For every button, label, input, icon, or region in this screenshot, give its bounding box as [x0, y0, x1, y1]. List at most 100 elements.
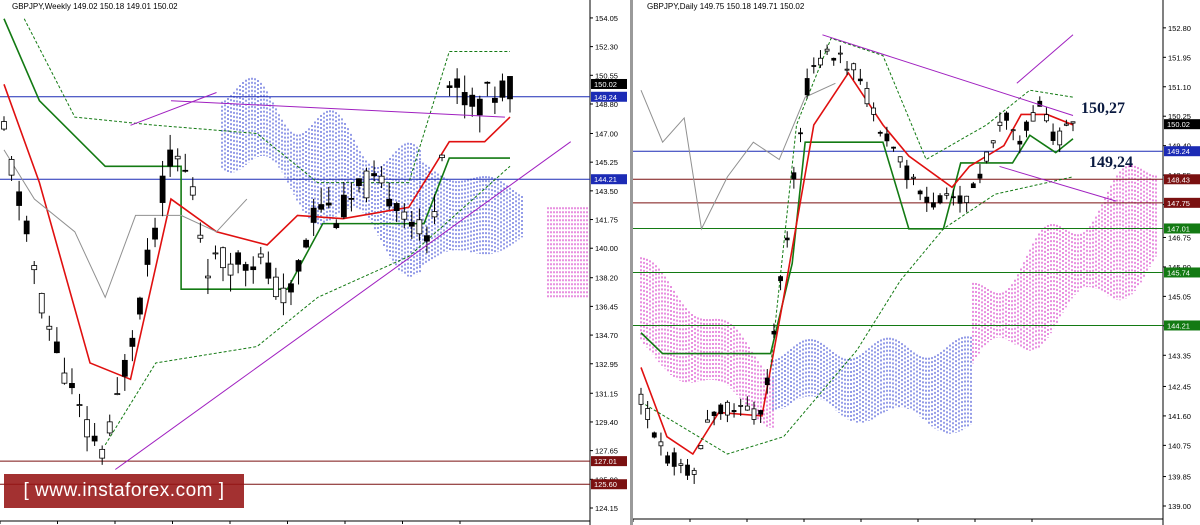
price-tick-label: 145.25 [595, 158, 618, 167]
price-tag-label: 127.01 [594, 457, 617, 466]
candle-body [964, 195, 970, 203]
candle-body [288, 283, 294, 293]
candle-body [235, 252, 242, 265]
candle-body [408, 221, 415, 227]
candle-body [454, 78, 461, 88]
candle-body [446, 85, 453, 88]
candle-body [280, 287, 287, 304]
candle-body [731, 410, 737, 413]
chikou-line [640, 82, 836, 231]
candle-body [23, 220, 30, 235]
candle-body [738, 404, 744, 407]
chart-title: GBPJPY,Weekly 149.02 150.18 149.01 150.0… [12, 2, 178, 11]
candle-body [393, 203, 400, 212]
candle-body [950, 196, 956, 199]
trend-line [999, 165, 1117, 202]
tenkan-line [3, 84, 511, 381]
chart-title: GBPJPY,Daily 149.75 150.18 149.71 150.02 [647, 2, 805, 11]
candle-body [265, 262, 272, 279]
price-tick-label: 141.60 [1168, 412, 1191, 421]
candle-body [837, 52, 843, 55]
candle-body [137, 297, 143, 315]
candle-body [818, 57, 823, 66]
candle-body [484, 81, 491, 84]
daily-chart[interactable]: GBPJPY,Daily 149.75 150.18 149.71 150.02… [633, 0, 1200, 525]
candle-body [831, 57, 837, 61]
candle-body [378, 175, 385, 184]
price-tick-label: 136.45 [595, 302, 618, 311]
candle-body [645, 408, 651, 420]
price-tick-label: 152.80 [1168, 24, 1191, 33]
candle-body [864, 88, 870, 105]
candle-body [671, 452, 677, 467]
ichimoku-cloud [547, 207, 588, 298]
candle-body [997, 121, 1003, 126]
candle-body [499, 80, 506, 98]
price-tick-label: 127.65 [595, 447, 618, 456]
candle-body [310, 207, 317, 223]
ichimoku-cloud [972, 165, 1157, 364]
candle-body [937, 195, 943, 204]
candle-body [416, 219, 423, 235]
candle-body [977, 173, 983, 179]
candle-body [159, 175, 166, 203]
candle-body [931, 202, 936, 208]
candle-body [1024, 121, 1029, 131]
chikou-line [3, 149, 248, 299]
trend-line [130, 92, 217, 126]
candle-body [924, 196, 930, 203]
price-tag-label: 149.24 [594, 93, 617, 102]
candle-body [851, 63, 857, 71]
price-tag-label: 147.75 [1167, 199, 1190, 208]
candle-body [220, 247, 226, 269]
candle-body [758, 410, 764, 415]
price-tick-label: 138.20 [595, 274, 618, 283]
candle-body [1063, 123, 1069, 126]
candle-body [957, 195, 963, 204]
candle-body [144, 249, 151, 265]
candle-body [182, 169, 189, 172]
price-tick-label: 140.75 [1168, 441, 1191, 450]
trend-line [170, 100, 505, 118]
candle-body [469, 94, 476, 107]
candle-body [658, 441, 664, 447]
candle-body [725, 401, 730, 416]
price-tick-label: 139.85 [1168, 473, 1191, 482]
candle-body [431, 211, 438, 218]
candle-body [877, 131, 883, 134]
candle-body [891, 146, 896, 149]
candle-body [424, 235, 430, 242]
candle-body [272, 276, 279, 298]
price-tick-label: 154.05 [595, 14, 618, 23]
candle-body [114, 393, 121, 395]
candle-body [348, 197, 355, 200]
candle-body [38, 292, 45, 314]
price-tag-label: 125.60 [594, 480, 617, 489]
candle-body [152, 227, 158, 240]
candle-body [1, 121, 7, 130]
weekly-chart[interactable]: GBPJPY,Weekly 149.02 150.18 149.01 150.0… [0, 0, 630, 525]
candle-body [303, 239, 309, 248]
candle-body [718, 404, 724, 415]
price-tick-label: 150.55 [595, 71, 618, 80]
candle-body [1004, 112, 1009, 121]
price-tag-label: 150.02 [1167, 120, 1190, 129]
candle-body [1010, 129, 1016, 132]
candle-body [318, 204, 325, 210]
candle-body [295, 260, 302, 272]
kijun-line [640, 134, 1074, 355]
price-tag-label: 144.21 [1167, 321, 1190, 330]
weekly-chart-panel[interactable]: GBPJPY,Weekly 149.02 150.18 149.01 150.0… [0, 0, 630, 525]
candle-body [363, 170, 370, 199]
price-tag-label: 147.01 [1167, 224, 1190, 233]
candle-body [764, 377, 770, 386]
candle-body [698, 445, 704, 450]
price-tick-label: 147.00 [595, 129, 618, 138]
annotation-149-24: 149,24 [1089, 154, 1133, 171]
candle-body [401, 211, 408, 220]
daily-chart-panel[interactable]: GBPJPY,Daily 149.75 150.18 149.71 150.02… [633, 0, 1200, 525]
price-tick-label: 140.00 [595, 244, 618, 253]
price-tick-label: 139.00 [1168, 502, 1191, 511]
price-tick-label: 143.50 [595, 187, 618, 196]
candle-body [371, 173, 377, 177]
